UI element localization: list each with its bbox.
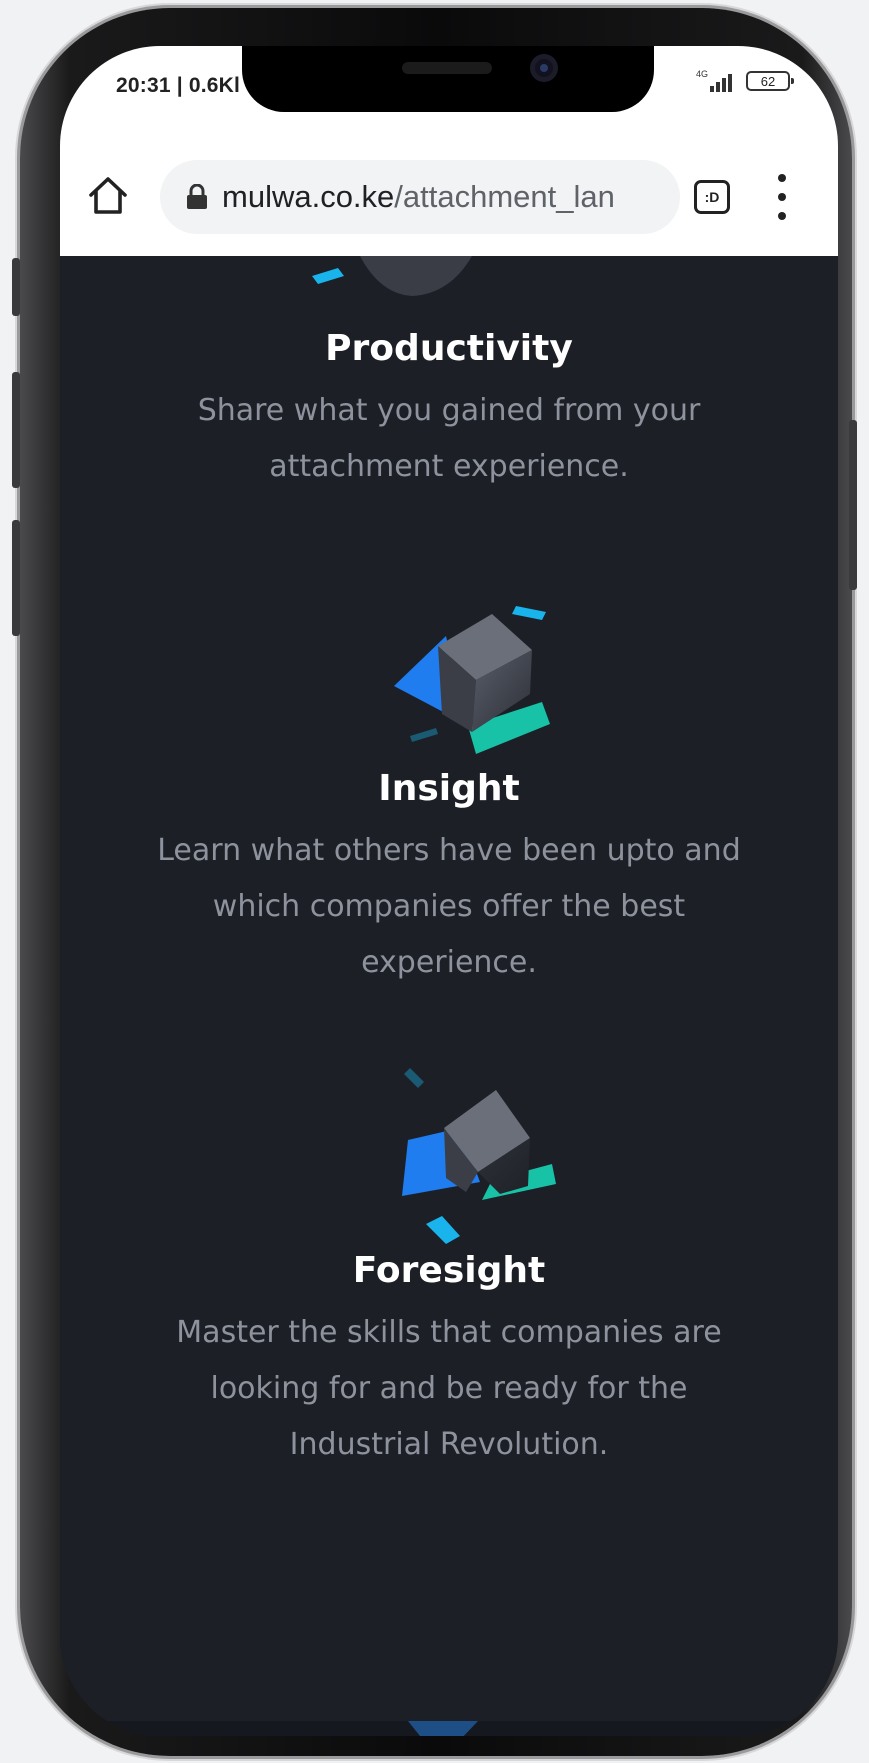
browser-toolbar: mulwa.co.ke/attachment_lan :D <box>60 136 838 256</box>
address-bar[interactable]: mulwa.co.ke/attachment_lan <box>160 160 680 234</box>
lock-icon <box>186 183 208 210</box>
url-path: /attachment_lan <box>394 179 615 214</box>
foresight-cube-icon <box>402 1068 556 1244</box>
feature-foresight: Foresight Master the skills that compani… <box>60 1250 838 1473</box>
description-line: Industrial Revolution. <box>289 1427 609 1462</box>
side-button <box>12 258 20 316</box>
feature-description: Share what you gained from your attachme… <box>60 383 838 495</box>
cube-icon <box>408 1721 478 1736</box>
feature-title: Foresight <box>352 1250 546 1291</box>
signal-icon: 4G <box>696 70 736 92</box>
description-line: attachment experience. <box>269 449 629 484</box>
status-time: 20:31 | 0.6Kl <box>116 74 241 97</box>
side-button <box>849 420 857 590</box>
feature-insight: Insight Learn what others have been upto… <box>60 768 838 991</box>
status-indicators: 4G 62 <box>696 70 794 92</box>
next-section-card <box>88 1721 810 1736</box>
description-line: looking for and be ready for the <box>210 1371 688 1406</box>
description-line: which companies offer the best <box>212 889 686 924</box>
feature-description: Master the skills that companies are loo… <box>60 1305 838 1473</box>
speaker-grille <box>402 62 492 74</box>
device-mockup: 20:31 | 0.6Kl 4G 62 mulwa.co.ke/attachme… <box>0 0 869 1763</box>
feature-title: Insight <box>378 768 520 809</box>
home-icon[interactable] <box>86 174 130 218</box>
side-button <box>12 372 20 488</box>
status-bar: 20:31 | 0.6Kl 4G 62 <box>60 46 838 136</box>
network-type: 4G <box>696 69 709 79</box>
page-content: Productivity Share what you gained from … <box>60 256 838 1736</box>
description-line: Master the skills that companies are <box>176 1315 722 1350</box>
feature-description: Learn what others have been upto and whi… <box>60 823 838 991</box>
battery-icon: 62 <box>746 71 794 91</box>
feature-title: Productivity <box>325 328 573 369</box>
front-camera-icon <box>530 54 558 82</box>
notch <box>242 46 654 112</box>
description-line: Learn what others have been upto and <box>157 833 741 868</box>
tab-switcher-button[interactable]: :D <box>694 180 730 214</box>
battery-level: 62 <box>760 73 776 89</box>
description-line: experience. <box>361 945 537 980</box>
productivity-cube-icon <box>312 256 472 296</box>
url-host: mulwa.co.ke <box>222 179 395 214</box>
phone-screen: 20:31 | 0.6Kl 4G 62 mulwa.co.ke/attachme… <box>60 46 838 1736</box>
url-text: mulwa.co.ke/attachment_lan <box>222 179 615 215</box>
feature-productivity: Productivity Share what you gained from … <box>60 328 838 495</box>
more-vertical-icon[interactable] <box>770 174 794 220</box>
side-button <box>12 520 20 636</box>
description-line: Share what you gained from your <box>197 393 701 428</box>
